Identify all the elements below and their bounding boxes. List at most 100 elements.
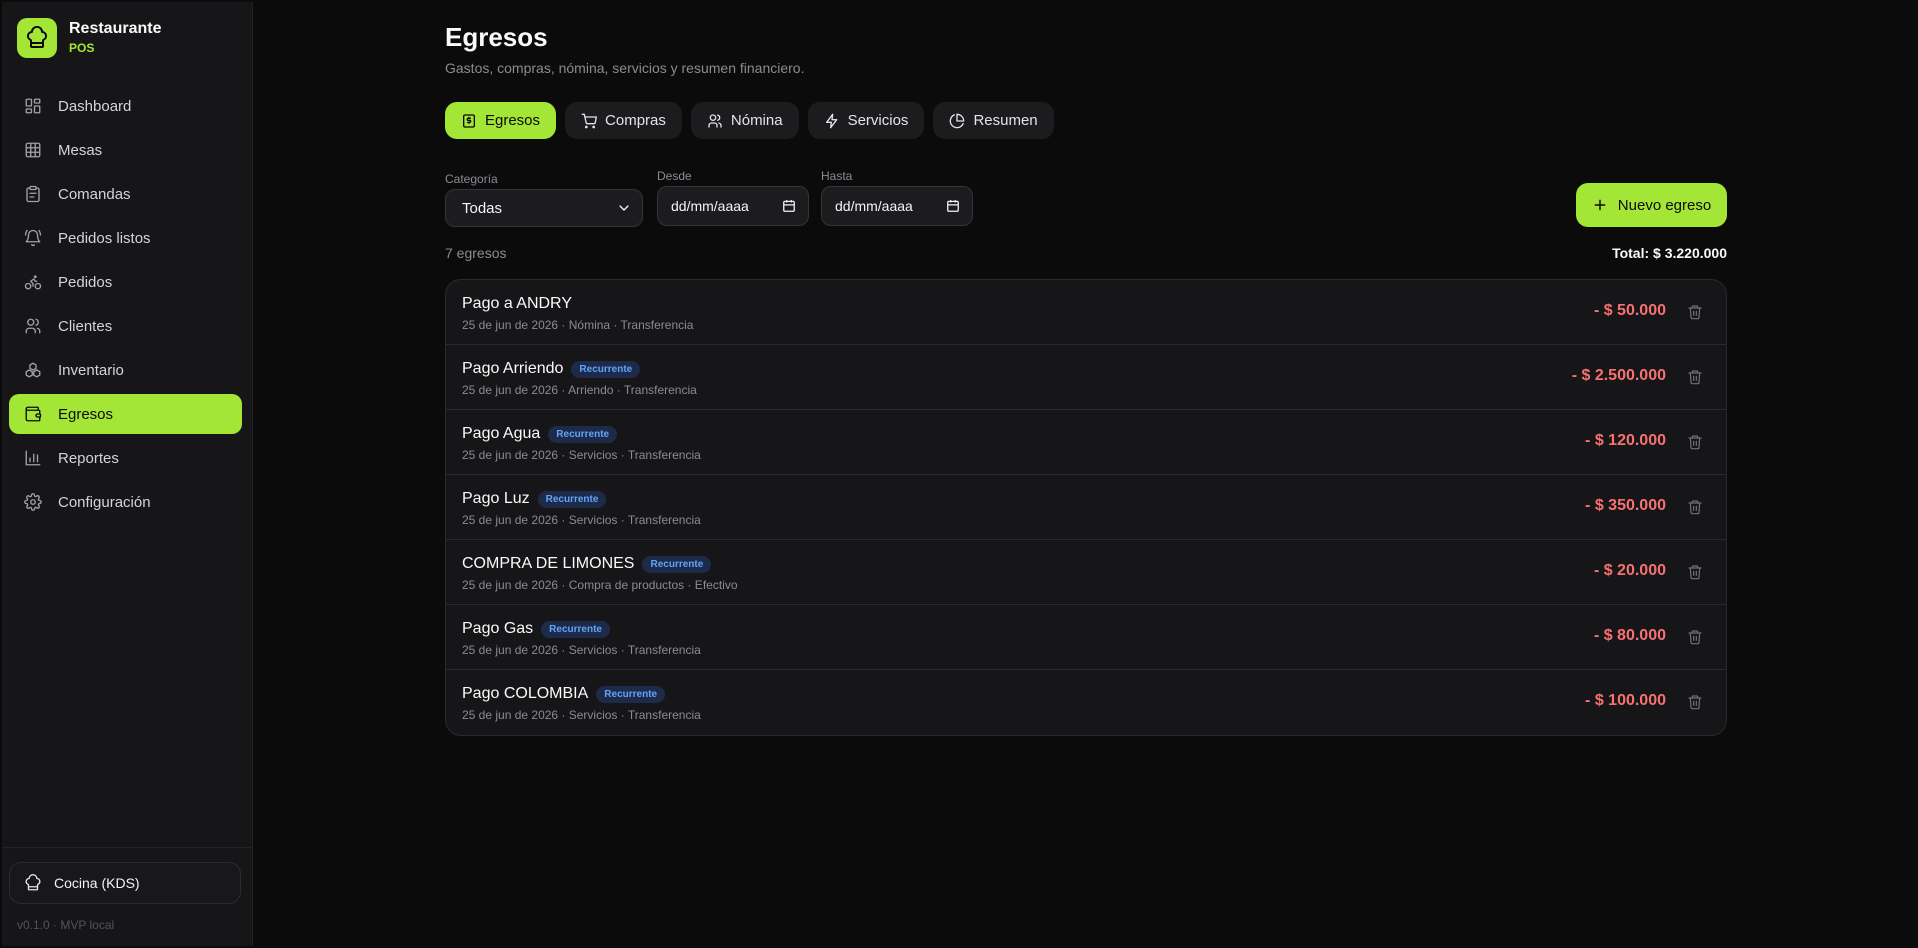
sidebar-item-label: Dashboard [58, 97, 132, 115]
category-label: Categoría [445, 172, 498, 186]
calendar-icon[interactable] [782, 199, 796, 216]
expense-name: Pago Gas [462, 620, 534, 637]
expense-meta: 25 de jun de 2026 · Servicios · Transfer… [462, 448, 701, 462]
recurring-badge: Recurrente [537, 490, 607, 508]
tab-bar: Egresos Compras Nómina Servicios Resumen [445, 102, 1063, 139]
expense-meta: 25 de jun de 2026 · Servicios · Transfer… [462, 643, 701, 657]
pie-chart-icon [949, 113, 965, 129]
trash-icon[interactable] [1686, 368, 1704, 386]
sidebar-item-dashboard[interactable]: Dashboard [9, 86, 242, 126]
page-title: Egresos [445, 22, 548, 52]
new-expense-label: Nuevo egreso [1617, 196, 1712, 214]
page-subtitle: Gastos, compras, nómina, servicios y res… [445, 60, 805, 76]
tab-resumen[interactable]: Resumen [933, 102, 1054, 139]
bar-chart-icon [23, 448, 43, 468]
to-date-input[interactable]: dd/mm/aaaa [821, 186, 973, 226]
recurring-badge: Recurrente [642, 555, 712, 573]
sidebar-item-label: Reportes [58, 449, 119, 467]
trash-icon[interactable] [1686, 498, 1704, 516]
recurring-badge: Recurrente [541, 620, 610, 638]
trash-icon[interactable] [1686, 563, 1704, 581]
expense-amount: - $ 50.000 [1593, 302, 1666, 319]
from-label: Desde [657, 169, 692, 183]
tab-nomina[interactable]: Nómina [690, 102, 799, 139]
expense-name: Pago Agua [462, 425, 541, 442]
category-value: Todas [462, 199, 503, 217]
expense-name: Pago Arriendo [462, 360, 564, 377]
sidebar-item-comandas[interactable]: Comandas [9, 174, 242, 214]
expense-amount: - $ 2.500.000 [1571, 367, 1666, 384]
to-label: Hasta [821, 169, 853, 183]
table-row[interactable]: COMPRA DE LIMONES Recurrente 25 de jun d… [446, 540, 1726, 605]
sidebar-footer: Cocina (KDS) v0.1.0 · MVP local [2, 847, 252, 946]
to-date-value: dd/mm/aaaa [835, 198, 913, 214]
sidebar-item-label: Pedidos [58, 273, 113, 291]
expense-amount: - $ 120.000 [1585, 432, 1666, 449]
table-row[interactable]: Pago Gas Recurrente 25 de jun de 2026 · … [446, 605, 1726, 670]
sidebar-item-clientes[interactable]: Clientes [9, 306, 242, 346]
gear-icon [23, 492, 43, 512]
tab-label: Resumen [973, 112, 1038, 129]
users-icon [707, 113, 723, 129]
sidebar-nav: Dashboard Mesas Comandas Pedidos listos [9, 86, 242, 526]
brand-title: Restaurante [69, 20, 162, 37]
clipboard-icon [23, 184, 43, 204]
sidebar-item-label: Egresos [58, 405, 114, 423]
tab-servicios[interactable]: Servicios [807, 102, 925, 139]
expense-list: Pago a ANDRY 25 de jun de 2026 · Nómina … [445, 279, 1727, 736]
recurring-badge: Recurrente [571, 360, 641, 378]
sidebar-item-pedidos[interactable]: Pedidos [9, 262, 242, 302]
table-row[interactable]: Pago Agua Recurrente 25 de jun de 2026 ·… [446, 410, 1726, 475]
receipt-icon [461, 113, 477, 129]
trash-icon[interactable] [1686, 303, 1704, 321]
expense-count: 7 egresos [445, 245, 507, 261]
chevron-down-icon [616, 200, 632, 220]
sidebar-item-reportes[interactable]: Reportes [9, 438, 242, 478]
tab-egresos[interactable]: Egresos [445, 102, 557, 139]
trash-icon[interactable] [1686, 433, 1704, 451]
wallet-icon [23, 404, 43, 424]
tab-label: Compras [605, 112, 666, 129]
table-row[interactable]: Pago a ANDRY 25 de jun de 2026 · Nómina … [446, 280, 1726, 345]
expense-meta: 25 de jun de 2026 · Servicios · Transfer… [462, 513, 701, 527]
app-version: v0.1.0 · MVP local [17, 918, 115, 932]
expense-meta: 25 de jun de 2026 · Nómina · Transferenc… [462, 318, 694, 332]
expense-meta: 25 de jun de 2026 · Arriendo · Transfere… [462, 383, 697, 397]
tab-compras[interactable]: Compras [565, 102, 682, 139]
table-row[interactable]: Pago COLOMBIA Recurrente 25 de jun de 20… [446, 670, 1726, 735]
tab-label: Servicios [847, 112, 909, 129]
table-row[interactable]: Pago Luz Recurrente 25 de jun de 2026 · … [446, 475, 1726, 540]
trash-icon[interactable] [1686, 693, 1704, 711]
sidebar-item-mesas[interactable]: Mesas [9, 130, 242, 170]
expense-meta: 25 de jun de 2026 · Servicios · Transfer… [462, 708, 701, 722]
tab-label: Egresos [485, 112, 541, 129]
new-expense-button[interactable]: Nuevo egreso [1576, 183, 1727, 227]
table-row[interactable]: Pago Arriendo Recurrente 25 de jun de 20… [446, 345, 1726, 410]
sidebar-item-pedidos-listos[interactable]: Pedidos listos [9, 218, 242, 258]
from-date-value: dd/mm/aaaa [671, 198, 749, 214]
tab-label: Nómina [730, 112, 783, 129]
sidebar-item-label: Pedidos listos [58, 229, 151, 247]
expense-amount: - $ 80.000 [1593, 627, 1666, 644]
sidebar-item-inventario[interactable]: Inventario [9, 350, 242, 390]
kitchen-kds-button[interactable]: Cocina (KDS) [9, 862, 241, 904]
dashboard-icon [23, 96, 43, 116]
from-date-input[interactable]: dd/mm/aaaa [657, 186, 809, 226]
sidebar: Restaurante POS Dashboard Mesas Comandas… [2, 2, 253, 946]
expense-amount: - $ 100.000 [1585, 692, 1666, 709]
cart-icon [581, 113, 598, 129]
trash-icon[interactable] [1686, 628, 1704, 646]
kitchen-kds-label: Cocina (KDS) [54, 875, 140, 891]
boxes-icon [23, 360, 43, 380]
sidebar-item-configuracion[interactable]: Configuración [9, 482, 242, 522]
expense-amount: - $ 20.000 [1593, 562, 1666, 579]
expense-name: Pago Luz [462, 490, 530, 507]
sidebar-item-label: Clientes [58, 317, 113, 335]
expense-amount: - $ 350.000 [1585, 497, 1666, 514]
sidebar-item-egresos[interactable]: Egresos [9, 394, 242, 434]
calendar-icon[interactable] [946, 199, 960, 216]
brand-subtitle: POS [69, 41, 95, 55]
grid-icon [23, 140, 43, 160]
category-select[interactable]: Todas [445, 189, 643, 227]
recurring-badge: Recurrente [596, 685, 666, 703]
